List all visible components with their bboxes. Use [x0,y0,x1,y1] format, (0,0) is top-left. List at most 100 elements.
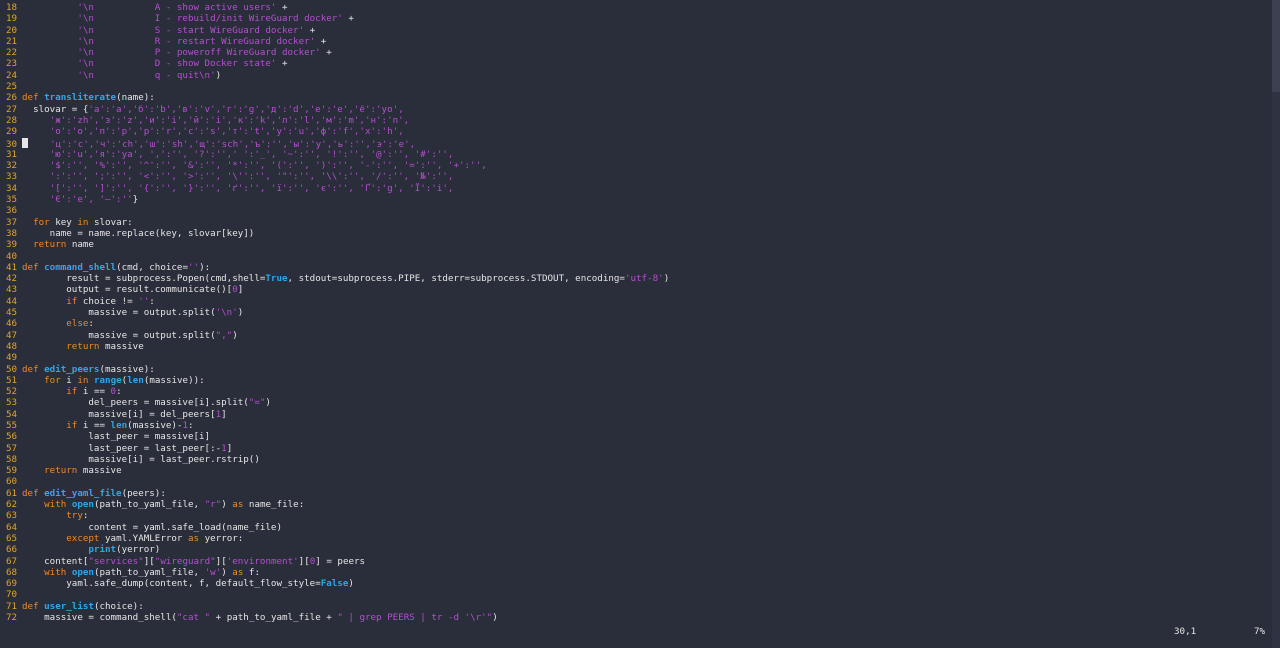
code-line[interactable]: 71 def user_list(choice): [0,601,1272,612]
code-token: (path_to_yaml_file, [93,499,205,511]
code-line[interactable]: 47 massive = output.split(",") [0,330,1272,341]
code-line[interactable]: 29 'о':'o','п':'p','р':'r','с':'s','т':'… [0,126,1272,137]
code-line[interactable]: 39 return name [0,239,1272,250]
code-line[interactable]: 36 [0,205,1272,216]
code-line[interactable]: 63 try: [0,510,1272,521]
code-line[interactable]: 41 def command_shell(cmd, choice=''): [0,262,1272,273]
line-number: 40 [6,250,18,262]
code-token: : [149,295,155,307]
code-line[interactable]: 69 yaml.safe_dump(content, f, default_fl… [0,578,1272,589]
code-line[interactable]: 64 content = yaml.safe_load(name_file) [0,522,1272,533]
code-token: name_file: [243,499,305,511]
code-token: yaml.safe_dump(content, f, default_flow_… [22,578,321,590]
code-token: ] [221,408,227,420]
code-text: if choice != '': [22,296,155,307]
code-line[interactable]: 27 slovar = {'а':'a','б':'b','в':'v','г'… [0,104,1272,115]
code-line[interactable]: 34 '[':'', ']':'', '{':'', '}':'', 'ґ':'… [0,183,1272,194]
code-line[interactable]: 54 massive[i] = del_peers[1] [0,409,1272,420]
code-token: yerror: [199,532,244,544]
code-token: else [66,318,89,330]
code-text: 'ю':'u','я':'ya', ',':'', '?':'',' ':'_'… [22,148,454,160]
code-line[interactable]: 18 '\n A - show active users' + [0,2,1272,13]
code-line[interactable]: 66 print(yerror) [0,544,1272,555]
code-token: return [33,239,67,251]
code-line[interactable]: 20 '\n S - start WireGuard docker' + [0,25,1272,36]
code-line[interactable]: 43 output = result.communicate()[0] [0,284,1272,295]
code-line[interactable]: 70 [0,589,1272,600]
code-text: '\n R - restart WireGuard docker' + [22,36,326,47]
code-line[interactable]: 40 [0,251,1272,262]
code-line[interactable]: 24 '\n q - quit\n') [0,70,1272,81]
code-line[interactable]: 56 last_peer = massive[i] [0,431,1272,442]
code-line[interactable]: 61 def edit_yaml_file(peers): [0,488,1272,499]
code-line[interactable]: 60 [0,476,1272,487]
code-line[interactable]: 44 if choice != '': [0,296,1272,307]
scrollbar-thumb[interactable] [1272,0,1280,92]
code-line[interactable]: 19 '\n I - rebuild/init WireGuard docker… [0,13,1272,24]
code-token: def [22,600,45,612]
code-line[interactable]: 25 [0,81,1272,92]
code-line[interactable]: 68 with open(path_to_yaml_file, 'w') as … [0,567,1272,578]
code-line[interactable]: 38 name = name.replace(key, slovar[key]) [0,228,1272,239]
code-text: def transliterate(name): [22,92,155,103]
code-line[interactable]: 32 '$':'', '%':'', '^':'', '&':'', '*':'… [0,160,1272,171]
code-line[interactable]: 67 content["services"]["wireguard"]['env… [0,556,1272,567]
code-text: 'Є':'e', '—':''} [22,194,139,205]
code-text: massive[i] = del_peers[1] [22,408,227,420]
code-line[interactable]: 42 result = subprocess.Popen(cmd,shell=T… [0,273,1272,284]
code-text: yaml.safe_dump(content, f, default_flow_… [22,578,354,589]
code-token: 'а':'a','б':'b','в':'v','г':'g','д':'d',… [88,103,404,115]
code-token: '\n P - poweroff WireGuard docker' [77,47,321,59]
code-line[interactable]: 22 '\n P - poweroff WireGuard docker' + [0,47,1272,58]
code-line[interactable]: 52 if i == 0: [0,386,1272,397]
code-line[interactable]: 59 return massive [0,465,1272,476]
code-line[interactable]: 21 '\n R - restart WireGuard docker' + [0,36,1272,47]
code-line[interactable]: 55 if i == len(massive)-1: [0,420,1272,431]
code-line[interactable]: 31 'ю':'u','я':'ya', ',':'', '?':'',' ':… [0,149,1272,160]
code-line[interactable]: 65 except yaml.YAMLError as yerror: [0,533,1272,544]
code-line[interactable]: 26 def transliterate(name): [0,92,1272,103]
code-line[interactable]: 35 'Є':'e', '—':''} [0,194,1272,205]
code-line[interactable]: 37 for key in slovar: [0,217,1272,228]
code-line[interactable]: 57 last_peer = last_peer[:-1] [0,443,1272,454]
code-token: '\n R - restart WireGuard docker' [77,35,316,47]
code-text: output = result.communicate()[0] [22,284,243,295]
code-editor[interactable]: 18 '\n A - show active users' +19 '\n I … [0,2,1272,627]
code-line[interactable]: 23 '\n D - show Docker state' + [0,58,1272,69]
code-line[interactable]: 49 [0,352,1272,363]
code-token: def [22,487,45,499]
code-line[interactable]: 33 ':':'', ';':'', '<':'', '>':'', '\'':… [0,171,1272,182]
code-token: (massive)): [143,374,205,386]
code-token: content[ [22,555,89,567]
code-line[interactable]: 62 with open(path_to_yaml_file, "r") as … [0,499,1272,510]
code-token: , stdout=subprocess.PIPE, stderr=subproc… [287,273,625,285]
code-line[interactable]: 28 'ж':'zh','з':'z','и':'i','й':'i','к':… [0,115,1272,126]
code-line[interactable]: 51 for i in range(len(massive)): [0,375,1272,386]
code-token: 'ю':'u','я':'ya', ',':'', '?':'',' ':'_'… [49,148,454,160]
code-token: edit_peers [44,363,100,375]
code-token: '\n S - start WireGuard docker' [77,24,305,36]
line-number: 25 [6,81,18,93]
line-number: 35 [6,194,18,206]
code-line[interactable]: 72 massive = command_shell("cat " + path… [0,612,1272,623]
line-number: 27 [6,103,18,115]
code-line[interactable]: 48 return massive [0,341,1272,352]
code-token: return [66,340,100,352]
code-token: : [82,510,89,522]
code-line[interactable]: 53 del_peers = massive[i].split("=") [0,397,1272,408]
code-line[interactable]: 45 massive = output.split('\n') [0,307,1272,318]
code-line[interactable]: 58 massive[i] = last_peer.rstrip() [0,454,1272,465]
code-line[interactable]: 30 'ц':'c','ч':'ch','ш':'sh','щ':'sch','… [0,137,1272,149]
code-text: return massive [22,465,121,476]
scrollbar[interactable] [1272,0,1280,648]
code-text: massive = output.split(",") [22,330,237,341]
code-line[interactable]: 50 def edit_peers(massive): [0,364,1272,375]
code-line[interactable]: 46 else: [0,318,1272,329]
cursor-position: 30,1 [1174,626,1197,637]
